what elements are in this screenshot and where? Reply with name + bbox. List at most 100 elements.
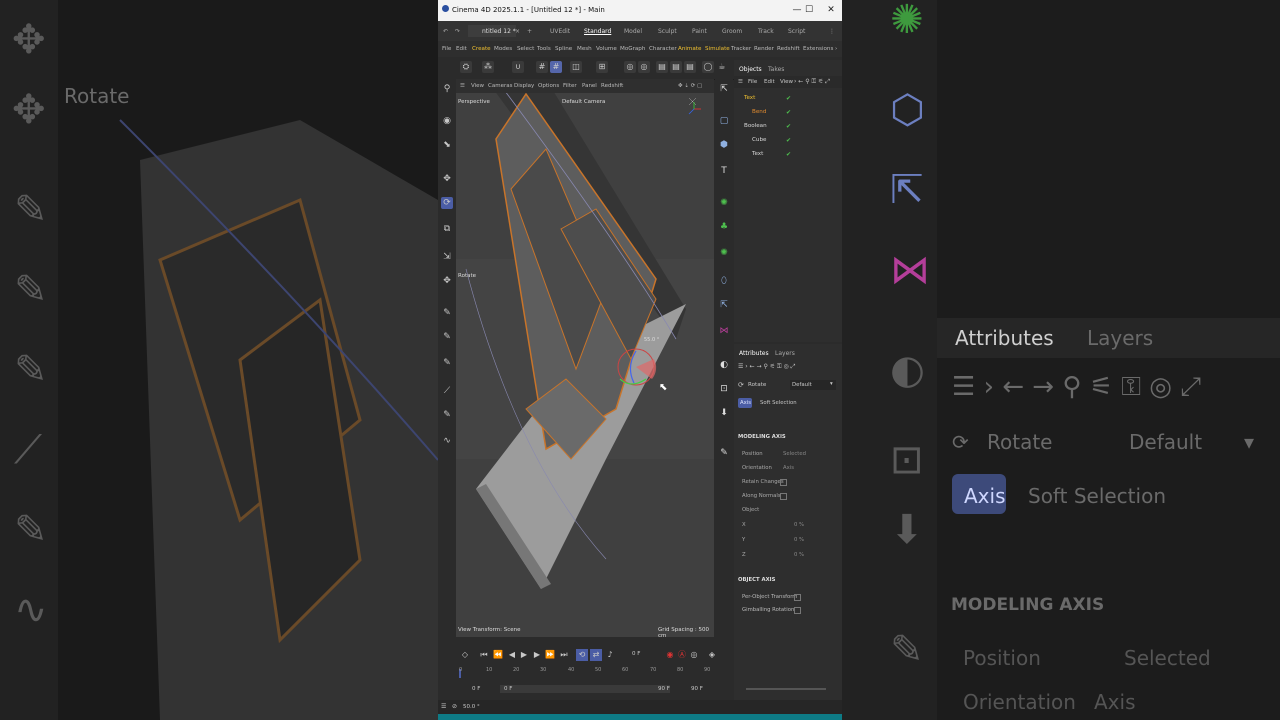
menu-simulate[interactable]: Simulate: [705, 46, 730, 52]
sound-icon[interactable]: ♪: [604, 649, 616, 661]
vp-menu-filter[interactable]: Filter: [563, 83, 577, 89]
points-mode-icon[interactable]: ⁂: [482, 61, 494, 73]
menu-more-icon[interactable]: ›: [835, 46, 837, 52]
light-icon[interactable]: ◐: [718, 359, 730, 371]
vp-menu-cameras[interactable]: Cameras: [488, 83, 512, 89]
maximize-button[interactable]: ☐: [802, 3, 816, 17]
menu-animate[interactable]: Animate: [678, 46, 701, 52]
per-object-checkbox[interactable]: [794, 594, 801, 601]
obj-menu-view[interactable]: View: [780, 79, 793, 85]
vp-menu-display[interactable]: Display: [514, 83, 534, 89]
checkmark-icon[interactable]: ✔: [786, 109, 791, 116]
checkmark-icon[interactable]: ✔: [786, 95, 791, 102]
y-value[interactable]: 0 %: [794, 537, 804, 543]
list-item[interactable]: Bend ✔: [734, 106, 842, 120]
deformer-icon[interactable]: ⬯: [718, 275, 730, 287]
menu-file[interactable]: File: [442, 46, 451, 52]
prev-frame-icon[interactable]: ◀: [506, 649, 518, 661]
axis-lock-icon[interactable]: ◫: [570, 61, 582, 73]
null-icon[interactable]: ▢: [718, 115, 730, 127]
spline-pen-icon[interactable]: ✎: [441, 331, 453, 343]
next-key-icon[interactable]: ⏩: [544, 649, 556, 661]
layout-model[interactable]: Model: [624, 28, 642, 35]
viewport-nav-icons[interactable]: ✥ ⇣ ⟳ ▢: [678, 83, 702, 89]
layout-icon[interactable]: ⇱: [718, 83, 730, 95]
menu-redshift[interactable]: Redshift: [777, 46, 800, 52]
preset-dropdown[interactable]: Default ▾: [790, 380, 836, 390]
model-mode-icon[interactable]: ⛭: [460, 61, 472, 73]
retain-changes-checkbox[interactable]: [780, 479, 787, 486]
tab-attributes[interactable]: Attributes: [739, 350, 769, 357]
end-frame[interactable]: 90 F: [691, 686, 703, 692]
layout-groom[interactable]: Groom: [722, 28, 742, 35]
menu-render[interactable]: Render: [754, 46, 774, 52]
menu-volume[interactable]: Volume: [596, 46, 617, 52]
menu-select[interactable]: Select: [517, 46, 534, 52]
generator-icon[interactable]: ✺: [718, 197, 730, 209]
snap-icon[interactable]: #: [550, 61, 562, 73]
layout-track[interactable]: Track: [758, 28, 774, 35]
workplane-icon[interactable]: ⊞: [596, 61, 608, 73]
keyframe-icon[interactable]: ◇: [459, 649, 471, 661]
move-tool-icon[interactable]: ✥: [441, 173, 453, 185]
select-icon[interactable]: ◉: [441, 115, 453, 127]
close-tab-icon[interactable]: ×: [515, 28, 520, 35]
tab-objects[interactable]: Objects: [739, 66, 762, 73]
gimballing-checkbox[interactable]: [794, 607, 801, 614]
list-item[interactable]: Boolean ✔: [734, 120, 842, 134]
menu-create[interactable]: Create: [472, 46, 491, 52]
menu-character[interactable]: Character: [649, 46, 677, 52]
x-value[interactable]: 0 %: [794, 522, 804, 528]
grid-icon[interactable]: #: [536, 61, 548, 73]
vp-menu-options[interactable]: Options: [538, 83, 559, 89]
autokey-icon[interactable]: Ⓐ: [676, 649, 688, 661]
key-icon[interactable]: ◈: [706, 649, 718, 661]
layout-uvedit[interactable]: UVEdit: [550, 28, 570, 35]
effector-icon[interactable]: ✺: [718, 247, 730, 259]
vp-menu-redshift[interactable]: Redshift: [601, 83, 623, 89]
smooth-icon[interactable]: ∿: [441, 435, 453, 447]
transform-tool-icon[interactable]: ⇲: [441, 251, 453, 263]
go-end-icon[interactable]: ⏭: [558, 649, 570, 661]
undo-icon[interactable]: ↶: [443, 28, 448, 35]
hamburger-icon[interactable]: ☰: [460, 83, 465, 89]
loop-icon[interactable]: ⟲: [576, 649, 588, 661]
render-view-icon[interactable]: ◎: [638, 61, 650, 73]
current-frame[interactable]: 0 F: [632, 651, 640, 657]
tab-takes[interactable]: Takes: [768, 66, 784, 73]
position-value[interactable]: Selected: [783, 451, 806, 457]
record-icon[interactable]: ◉: [664, 649, 676, 661]
checkmark-icon[interactable]: ✔: [786, 137, 791, 144]
list-item[interactable]: Text ✔: [734, 92, 842, 106]
redo-icon[interactable]: ↷: [455, 28, 460, 35]
checkmark-icon[interactable]: ✔: [786, 151, 791, 158]
hamburger-icon[interactable]: ☰: [441, 703, 446, 710]
sculpt-icon[interactable]: ✎: [441, 409, 453, 421]
z-value[interactable]: 0 %: [794, 552, 804, 558]
play-icon[interactable]: ▶: [518, 649, 530, 661]
menu-spline[interactable]: Spline: [555, 46, 572, 52]
render-settings-icon[interactable]: ▤: [684, 61, 696, 73]
menu-edit[interactable]: Edit: [456, 46, 467, 52]
edit-icon[interactable]: ✎: [718, 447, 730, 459]
stage-icon[interactable]: ⬇: [718, 407, 730, 419]
hamburger-icon[interactable]: ☰: [738, 79, 743, 85]
axis-tool-icon[interactable]: ✥: [441, 275, 453, 287]
more-icon[interactable]: ⋮: [829, 28, 835, 35]
subtab-soft-selection[interactable]: Soft Selection: [760, 400, 797, 406]
camera-icon[interactable]: ⊡: [718, 383, 730, 395]
spline-icon[interactable]: ⋈: [718, 325, 730, 337]
menu-extensions[interactable]: Extensions: [803, 46, 833, 52]
field-icon[interactable]: ⇱: [718, 299, 730, 311]
magnet-icon[interactable]: ∪: [512, 61, 524, 73]
knife-icon[interactable]: ✎: [441, 357, 453, 369]
attr-toolbar-icons[interactable]: ☰ › ← → ⚲ ⚟ ⚿ ◎ ⤢: [738, 363, 795, 371]
along-normals-checkbox[interactable]: [780, 493, 787, 500]
range-start[interactable]: 0 F: [504, 686, 512, 692]
go-start-icon[interactable]: ⏮: [478, 649, 490, 661]
new-tab-icon[interactable]: +: [527, 28, 532, 35]
obj-menu-icons[interactable]: › ← ⚲ ⚿ ⚟ ⤢: [794, 78, 830, 86]
list-item[interactable]: Cube ✔: [734, 134, 842, 148]
render-icon[interactable]: ▤: [670, 61, 682, 73]
keyframe-selection-icon[interactable]: ◎: [688, 649, 700, 661]
